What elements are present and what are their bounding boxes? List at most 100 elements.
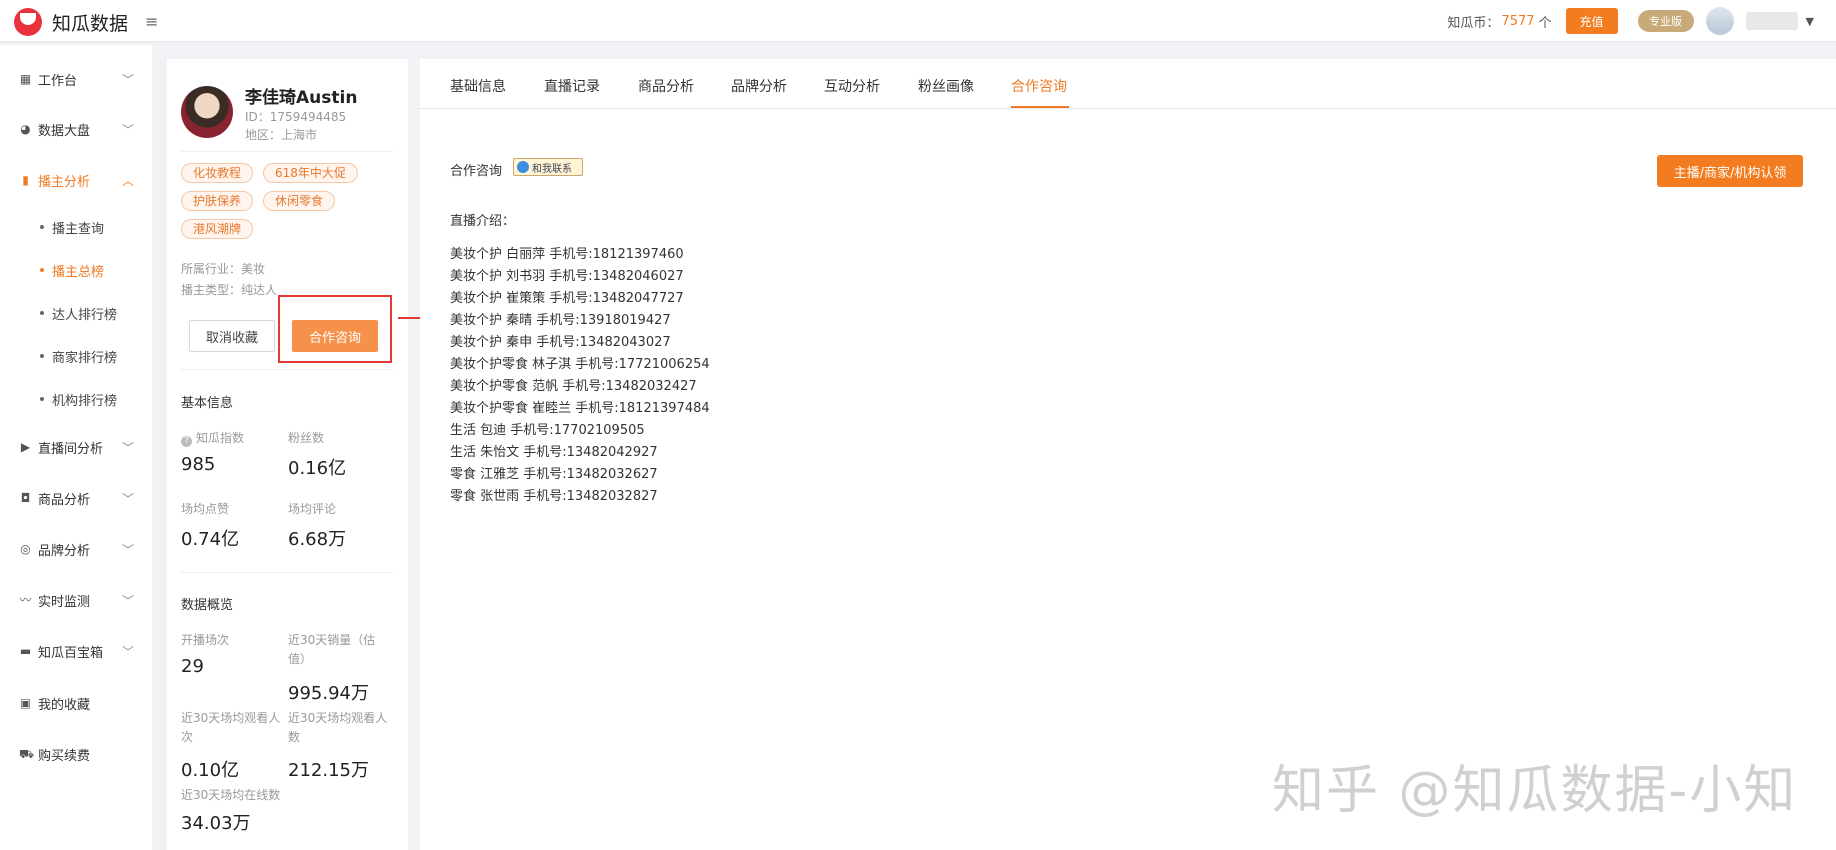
streamer-region: 地区：上海市 (245, 128, 318, 142)
contact-me-badge[interactable]: 和我联系 (513, 158, 583, 176)
sales-30d-value: 995.94万 (288, 683, 369, 704)
coin-unit: 个 (1538, 15, 1552, 31)
avg-online-30d-label: 近30天场均在线数 (181, 788, 281, 802)
avg-online-30d-value: 34.03万 (181, 813, 251, 834)
cooperation-consult-button[interactable]: 合作咨询 (292, 320, 378, 352)
info-icon[interactable]: ? (181, 436, 192, 447)
claim-button[interactable]: 主播/商家/机构认领 (1657, 155, 1803, 187)
zhigua-index-value: 985 (181, 454, 216, 475)
divider (181, 151, 393, 152)
zhigua-logo-icon (14, 8, 42, 36)
user-name-blurred[interactable] (1745, 12, 1798, 30)
tag[interactable]: 港风潮牌 (181, 219, 254, 239)
sidebar-subitem-label: 达人排行榜 (52, 307, 118, 323)
sidebar-item-product-analysis[interactable]: ◘ 商品分析 ﹀ (0, 480, 152, 516)
list-item: 美妆个护 秦晴 手机号:13918019427 (450, 313, 671, 328)
basic-info-title: 基本信息 (181, 396, 234, 411)
sidebar-item-label: 工作台 (38, 73, 78, 89)
sidebar-item-favorites[interactable]: ▣ 我的收藏 (0, 685, 152, 721)
sidebar-item-label: 直播间分析 (38, 441, 104, 457)
chevron-down-icon: ﹀ (122, 644, 135, 659)
sidebar-item-toolbox[interactable]: ▬ 知瓜百宝箱 ﹀ (0, 633, 152, 669)
sidebar-subitem-label: 播主总榜 (52, 264, 105, 280)
bullet-icon (40, 268, 44, 272)
streamer-id: ID：1759494485 (245, 110, 347, 124)
unfavorite-button[interactable]: 取消收藏 (189, 320, 275, 352)
chevron-down-icon: ﹀ (122, 593, 135, 608)
contact-list: 美妆个护 白丽萍 手机号:18121397460 美妆个护 刘书羽 手机号:13… (450, 244, 710, 508)
list-item: 美妆个护 崔策策 手机号:13482047727 (450, 291, 684, 306)
list-item: 美妆个护 秦申 手机号:13482043027 (450, 335, 671, 350)
live-icon: ▶ (20, 439, 31, 454)
sidebar-item-label: 实时监测 (38, 594, 91, 610)
sidebar-item-market[interactable]: ◕ 数据大盘 ﹀ (0, 111, 152, 147)
zhigua-index-label: ? 知瓜指数 (181, 429, 244, 448)
sidebar-item-label: 数据大盘 (38, 123, 91, 139)
active-tab-indicator (1011, 106, 1069, 108)
coin-label: 知瓜币： (1447, 15, 1500, 31)
sales-30d-label: 近30天销量（估值） (288, 633, 376, 666)
sidebar-item-live-room-analysis[interactable]: ▶ 直播间分析 ﹀ (0, 429, 152, 465)
pie-chart-icon: ◕ (20, 121, 31, 136)
sidebar-subitem-streamer-ranking[interactable]: 播主总榜 (0, 254, 152, 286)
chevron-up-icon: ︿ (122, 173, 135, 188)
list-item: 美妆个护 白丽萍 手机号:18121397460 (450, 247, 684, 262)
tag[interactable]: 护肤保养 (181, 191, 254, 211)
avg-likes-label: 场均点赞 (181, 502, 230, 516)
tab-interaction-analysis[interactable]: 互动分析 (824, 76, 880, 96)
streamer-profile-card: 李佳琦Austin ID：1759494485 地区：上海市 化妆教程 618年… (167, 59, 408, 850)
chevron-down-icon: ﹀ (122, 122, 135, 137)
main-panel: 基础信息 直播记录 商品分析 品牌分析 互动分析 粉丝画像 合作咨询 合作咨询 … (420, 59, 1836, 850)
trend-icon: 〰 (19, 592, 32, 607)
bag-icon: ◘ (20, 490, 31, 505)
sidebar-item-brand-analysis[interactable]: ◎ 品牌分析 ﹀ (0, 531, 152, 567)
sidebar-item-streamer-analysis[interactable]: ▮ 播主分析 ︿ (0, 162, 152, 198)
tab-brand-analysis[interactable]: 品牌分析 (731, 76, 787, 96)
recharge-button[interactable]: 充值 (1565, 8, 1618, 34)
avg-comments-value: 6.68万 (288, 529, 347, 550)
sidebar-subitem-label: 机构排行榜 (52, 393, 118, 409)
user-menu-caret-icon[interactable]: ▼ (1806, 15, 1814, 28)
live-sessions-label: 开播场次 (181, 633, 230, 647)
tab-cooperation-consult[interactable]: 合作咨询 (1011, 76, 1067, 96)
menu-collapse-icon[interactable]: ≡ (145, 12, 158, 31)
bar-chart-icon: ▮ (22, 172, 29, 187)
sidebar-subitem-agency-ranking[interactable]: 机构排行榜 (0, 383, 152, 415)
coin-balance: 7577 (1501, 13, 1535, 29)
bullet-icon (40, 397, 44, 401)
tab-product-analysis[interactable]: 商品分析 (638, 76, 694, 96)
sidebar-subitem-label: 商家排行榜 (52, 350, 118, 366)
sidebar-item-label: 商品分析 (38, 492, 91, 508)
list-item: 零食 张世雨 手机号:13482032827 (450, 489, 658, 504)
contact-badge-label: 和我联系 (532, 163, 572, 175)
tag[interactable]: 618年中大促 (263, 163, 358, 183)
sidebar-subitem-merchant-ranking[interactable]: 商家排行榜 (0, 340, 152, 372)
sidebar-item-label: 我的收藏 (38, 697, 91, 713)
list-item: 美妆个护零食 林子淇 手机号:17721006254 (450, 357, 710, 372)
user-avatar[interactable] (1705, 7, 1734, 35)
avg-views-30d-label: 近30天场均观看人次 (181, 711, 281, 744)
sidebar-item-purchase[interactable]: ⛟ 购买续费 (0, 736, 152, 772)
sidebar-subitem-influencer-ranking[interactable]: 达人排行榜 (0, 297, 152, 329)
sidebar-item-label: 知瓜百宝箱 (38, 645, 104, 661)
avg-viewers-30d-label: 近30天场均观看人数 (288, 711, 388, 744)
app-logo[interactable]: 知瓜数据 (14, 8, 128, 36)
tab-fan-profile[interactable]: 粉丝画像 (918, 76, 974, 96)
bullet-icon (40, 311, 44, 315)
sidebar-item-label: 播主分析 (38, 174, 91, 190)
consult-section-label: 合作咨询 (450, 164, 503, 179)
sidebar-item-realtime-monitor[interactable]: 〰 实时监测 ﹀ (0, 582, 152, 618)
bookmark-icon: ▣ (19, 695, 32, 710)
sidebar-item-workbench[interactable]: ▦ 工作台 ﹀ (0, 61, 152, 97)
list-item: 美妆个护 刘书羽 手机号:13482046027 (450, 269, 684, 284)
chat-icon (517, 161, 529, 173)
chevron-down-icon: ﹀ (122, 440, 135, 455)
tag[interactable]: 休闲零食 (263, 191, 336, 211)
cart-icon: ⛟ (19, 746, 35, 761)
sidebar: ▦ 工作台 ﹀ ◕ 数据大盘 ﹀ ▮ 播主分析 ︿ 播主查询 播主总榜 达人排行… (0, 45, 152, 850)
tab-basic-info[interactable]: 基础信息 (450, 76, 506, 96)
tag[interactable]: 化妆教程 (181, 163, 254, 183)
list-item: 生活 包迪 手机号:17702109505 (450, 423, 645, 438)
tab-live-records[interactable]: 直播记录 (544, 76, 600, 96)
sidebar-subitem-streamer-search[interactable]: 播主查询 (0, 211, 152, 243)
